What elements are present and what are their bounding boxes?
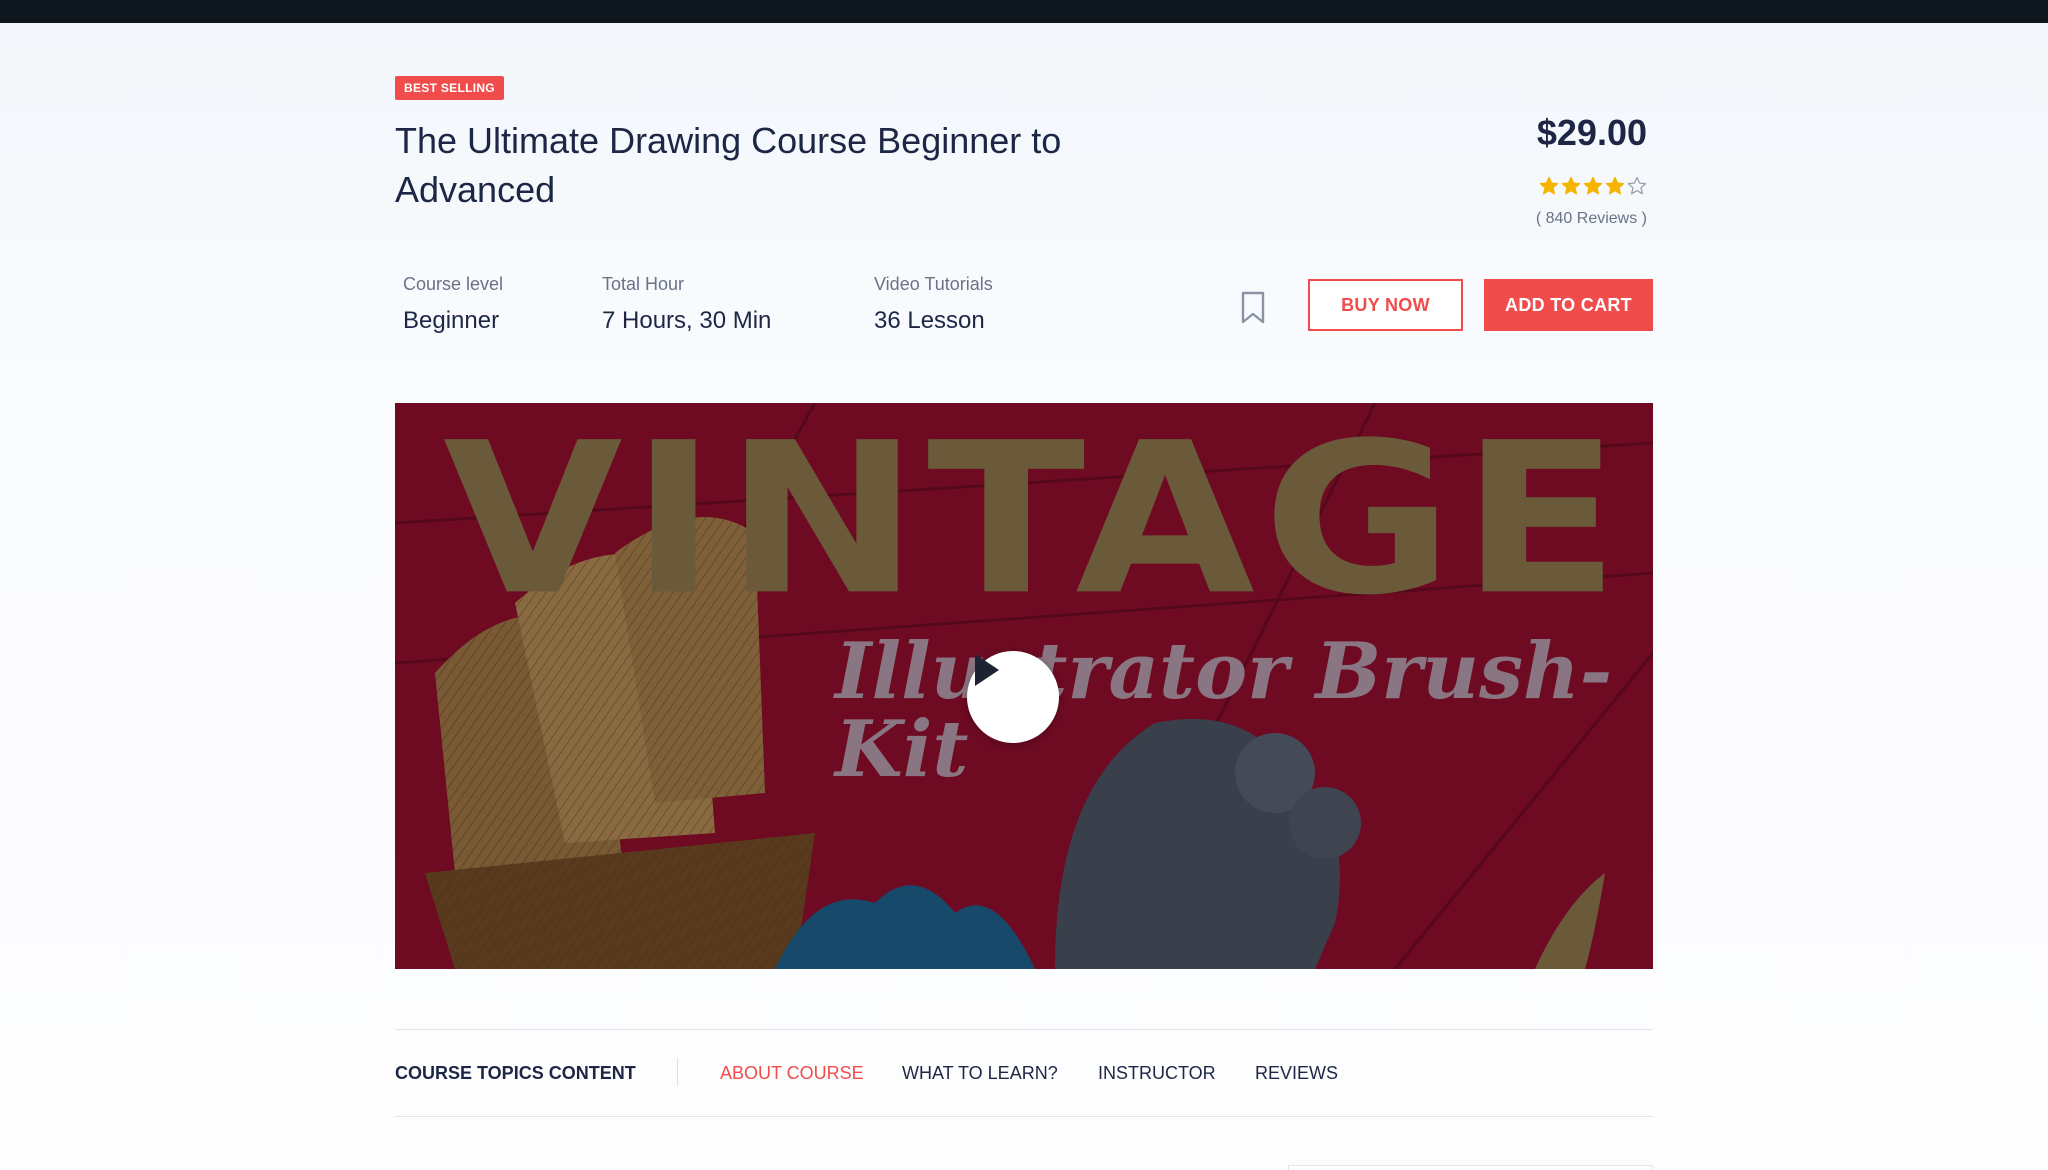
meta-course-level: Course level Beginner: [403, 274, 503, 335]
meta-value: 36 Lesson: [874, 307, 985, 334]
tabs-divider-top: [395, 1029, 1653, 1030]
meta-video-tutorials: Video Tutorials 36 Lesson: [874, 274, 993, 335]
sidebar-card: [1288, 1165, 1653, 1170]
course-video-preview[interactable]: VINTAGE Illustrator Brush-Kit: [395, 403, 1653, 969]
tab-what-to-learn[interactable]: WHAT TO LEARN?: [902, 1063, 1058, 1084]
review-count: ( 840 Reviews ): [1535, 210, 1647, 227]
video-headline: VINTAGE: [443, 403, 1628, 641]
play-icon[interactable]: [967, 651, 1059, 743]
course-topics-title: COURSE TOPICS CONTENT: [395, 1063, 636, 1083]
rating-stars: [1539, 176, 1647, 196]
meta-label: Course level: [403, 274, 504, 294]
meta-value: 7 Hours, 30 Min: [602, 307, 772, 334]
star-filled-icon: [1583, 176, 1603, 196]
tab-about-course[interactable]: ABOUT COURSE: [720, 1063, 864, 1084]
tab-reviews[interactable]: REVIEWS: [1255, 1063, 1338, 1084]
video-subline: Illustrator Brush-Kit: [835, 626, 1613, 795]
meta-value: Beginner: [403, 307, 500, 334]
meta-label: Total Hour: [602, 274, 685, 294]
meta-label: Video Tutorials: [874, 274, 993, 294]
best-selling-badge: BEST SELLING: [395, 76, 504, 100]
star-filled-icon: [1605, 176, 1625, 196]
tab-instructor[interactable]: INSTRUCTOR: [1098, 1063, 1216, 1084]
bookmark-icon[interactable]: [1239, 291, 1267, 325]
tabs-divider-bottom: [395, 1116, 1653, 1117]
star-empty-icon: [1627, 176, 1647, 196]
course-price: $29.00: [1536, 112, 1647, 153]
course-title: The Ultimate Drawing Course Beginner to …: [395, 120, 1062, 210]
buy-now-button[interactable]: BUY NOW: [1308, 279, 1463, 331]
add-to-cart-button[interactable]: ADD TO CART: [1484, 279, 1653, 331]
star-filled-icon: [1539, 176, 1559, 196]
course-detail: BEST SELLING The Ultimate Drawing Course…: [395, 0, 1653, 1170]
tabs-separator: [677, 1058, 678, 1086]
meta-total-hour: Total Hour 7 Hours, 30 Min: [602, 274, 771, 335]
star-filled-icon: [1561, 176, 1581, 196]
